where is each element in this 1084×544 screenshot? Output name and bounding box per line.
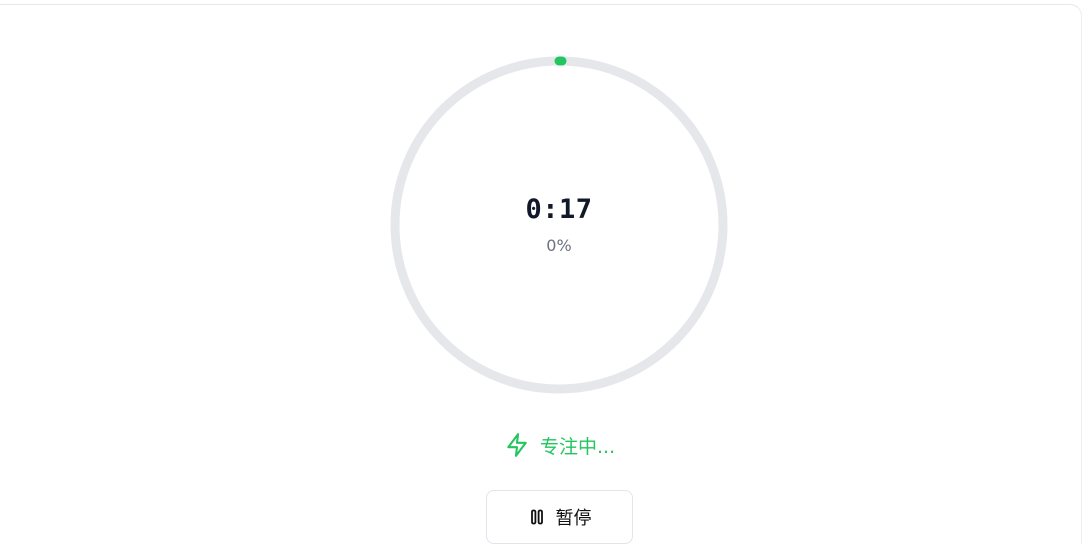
- pause-button-label: 暂停: [555, 508, 592, 529]
- progress-ring-track: [390, 56, 728, 394]
- timer-percent: 0%: [546, 236, 572, 255]
- progress-ring: 0:17 0%: [390, 56, 728, 394]
- pause-icon: [530, 509, 543, 525]
- timer-time: 0:17: [525, 194, 593, 225]
- lightning-bolt-icon: [507, 433, 527, 457]
- focus-status: 专注中...: [504, 431, 615, 459]
- pause-button[interactable]: 暂停: [486, 490, 633, 544]
- progress-ring-graphic: [390, 56, 728, 394]
- page: 0:17 0% 专注中... 暂停: [0, 0, 1084, 544]
- focus-status-text: 专注中...: [540, 435, 616, 458]
- timer-card: 0:17 0% 专注中... 暂停: [0, 4, 1082, 544]
